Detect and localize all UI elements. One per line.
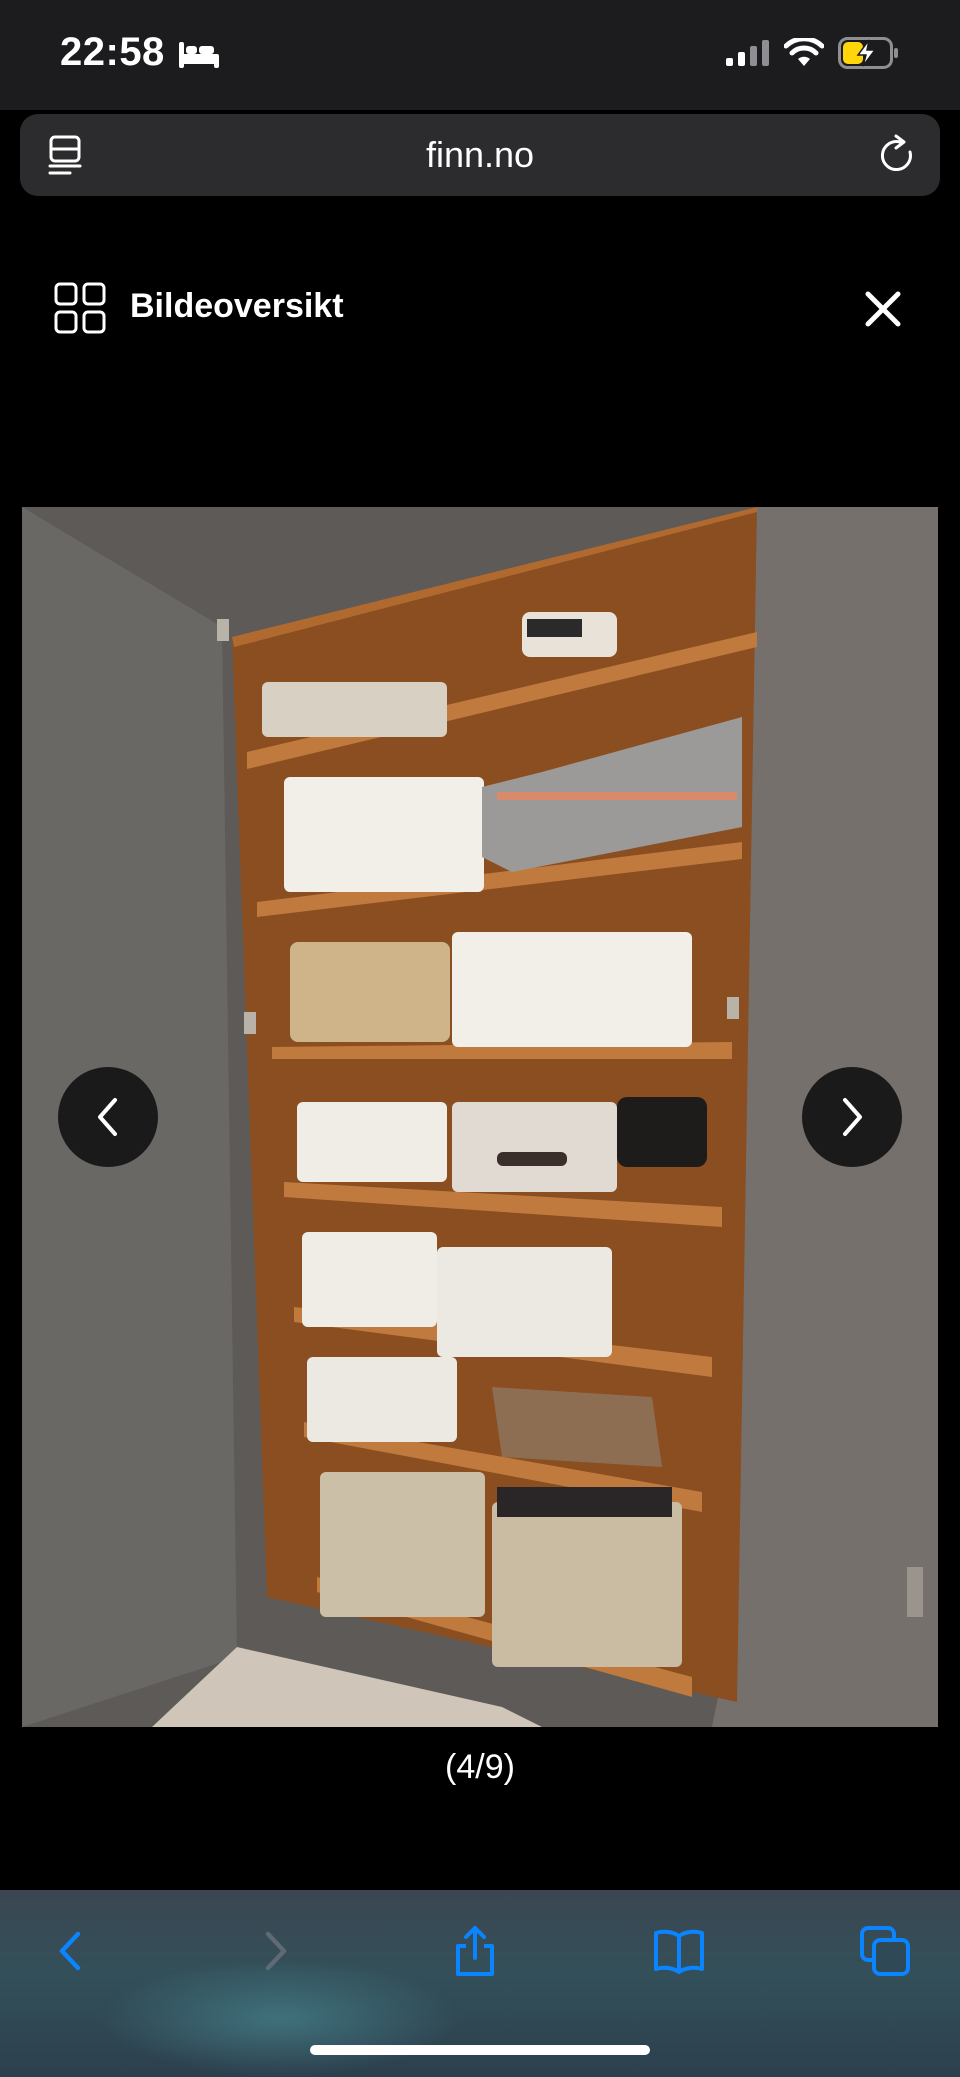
close-icon[interactable] xyxy=(858,284,908,334)
chevron-left-icon xyxy=(98,1098,117,1136)
tabs-icon[interactable] xyxy=(858,1924,912,1978)
status-indicators xyxy=(726,34,900,72)
cellular-signal-icon xyxy=(726,40,769,66)
reload-icon[interactable] xyxy=(878,134,918,176)
back-icon[interactable] xyxy=(44,1924,98,1978)
gallery-overview-title[interactable]: Bildeoversikt xyxy=(130,287,344,326)
wifi-icon xyxy=(784,38,824,66)
chevron-right-icon xyxy=(843,1098,862,1136)
image-counter: (4/9) xyxy=(445,1748,515,1786)
next-image-button[interactable] xyxy=(802,1067,902,1167)
url-domain[interactable]: finn.no xyxy=(20,134,940,176)
status-time: 22:58 xyxy=(60,30,165,74)
home-indicator[interactable] xyxy=(310,2045,650,2055)
share-icon[interactable] xyxy=(448,1924,502,1978)
status-bar: 22:58 xyxy=(0,0,960,110)
bookmarks-icon[interactable] xyxy=(652,1924,706,1978)
forward-icon[interactable] xyxy=(248,1924,302,1978)
wardrobe-with-shelves-photo xyxy=(22,507,938,1727)
address-bar[interactable]: finn.no xyxy=(20,114,940,196)
battery-charging-icon xyxy=(838,37,898,69)
gallery-photo[interactable] xyxy=(22,507,938,1727)
bed-icon xyxy=(179,42,219,68)
grid-overview-icon[interactable] xyxy=(54,282,106,334)
previous-image-button[interactable] xyxy=(58,1067,158,1167)
